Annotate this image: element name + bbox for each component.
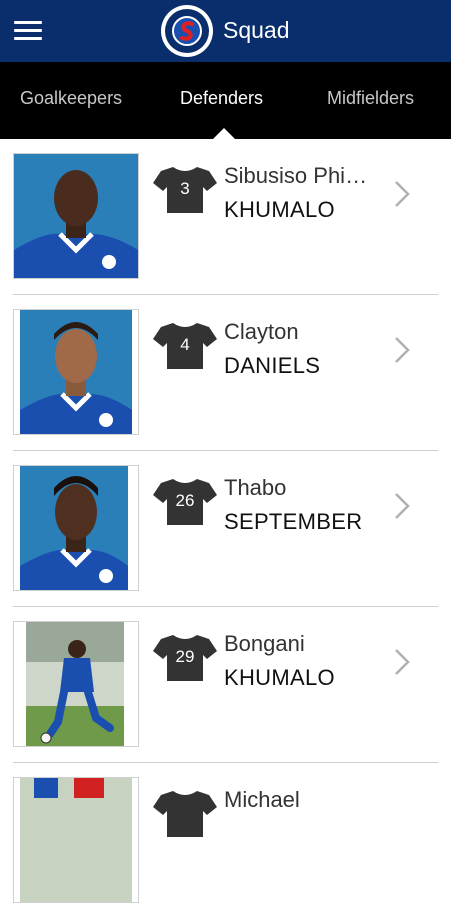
club-logo bbox=[161, 5, 213, 57]
player-first-name: Sibusiso Phi… bbox=[224, 163, 368, 188]
hamburger-menu-icon[interactable] bbox=[14, 21, 42, 41]
player-last-name: KHUMALO bbox=[224, 665, 335, 690]
player-photo bbox=[13, 777, 139, 903]
player-photo bbox=[13, 465, 139, 591]
player-last-name: DANIELS bbox=[224, 353, 321, 378]
player-last-name: KHUMALO bbox=[224, 197, 335, 222]
player-first-name: Bongani bbox=[224, 631, 305, 656]
player-last-name: SEPTEMBER bbox=[224, 509, 363, 534]
chevron-right-icon bbox=[395, 493, 410, 519]
chevron-right-icon bbox=[395, 649, 410, 675]
player-first-name: Clayton bbox=[224, 319, 299, 344]
jersey-number: 26 bbox=[175, 491, 195, 510]
player-first-name: Thabo bbox=[224, 475, 287, 500]
chevron-right-icon bbox=[395, 181, 410, 207]
player-row[interactable]: 29 Bongani KHUMALO bbox=[0, 607, 451, 763]
player-first-name: Michael bbox=[224, 787, 300, 812]
player-row[interactable]: 4 Clayton DANIELS bbox=[0, 295, 451, 451]
chevron-right-icon bbox=[395, 337, 410, 363]
jersey-icon bbox=[153, 791, 217, 837]
player-row[interactable]: Michael bbox=[0, 763, 451, 919]
player-photo bbox=[13, 309, 139, 435]
tab-midfielders[interactable]: Midfielders bbox=[327, 88, 414, 109]
page-title: Squad bbox=[223, 17, 290, 43]
jersey-number: 3 bbox=[180, 179, 190, 198]
player-photo bbox=[13, 153, 139, 279]
top-app-bar: Squad bbox=[0, 0, 451, 62]
player-photo bbox=[13, 621, 139, 747]
player-row[interactable]: 26 Thabo SEPTEMBER bbox=[0, 451, 451, 607]
tab-defenders[interactable]: Defenders bbox=[180, 88, 263, 109]
jersey-number: 29 bbox=[175, 647, 195, 666]
active-tab-indicator bbox=[213, 128, 235, 139]
jersey-number: 4 bbox=[180, 335, 190, 354]
tab-goalkeepers[interactable]: Goalkeepers bbox=[20, 88, 122, 109]
player-row[interactable]: 3 Sibusiso Phi… KHUMALO bbox=[0, 139, 451, 295]
